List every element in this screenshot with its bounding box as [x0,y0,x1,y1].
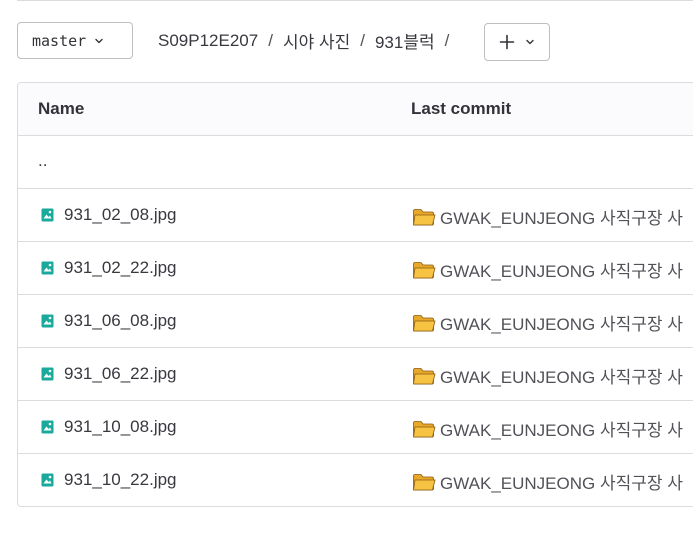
file-link[interactable]: 931_10_08.jpg [40,417,177,437]
table-header: Name Last commit [18,83,693,136]
file-link[interactable]: 931_06_08.jpg [40,311,177,331]
image-file-icon [41,261,54,275]
table-row: 931_02_08.jpg GWAK_EUNJEONG 사직구장 사 [18,189,693,242]
parent-directory-row[interactable]: .. [18,136,693,189]
branch-label: master [32,31,87,50]
breadcrumb-separator: / [444,30,450,50]
column-header-last-commit: Last commit [411,99,512,118]
table-row: 931_02_22.jpg GWAK_EUNJEONG 사직구장 사 [18,242,693,295]
commit-message: GWAK_EUNJEONG 사직구장 사 [440,474,683,493]
branch-selector-button[interactable]: master [17,22,133,59]
folder-emoji-icon [413,473,436,490]
file-name: 931_10_08.jpg [64,417,177,436]
add-to-tree-button[interactable] [484,23,550,61]
image-file-icon [41,420,54,434]
folder-emoji-icon [413,367,436,384]
commit-message-link[interactable]: GWAK_EUNJEONG 사직구장 사 [412,363,683,388]
folder-emoji-icon [413,261,436,278]
chevron-down-icon [526,39,534,45]
breadcrumb-item-folder[interactable]: 시야 사진 [283,28,350,53]
folder-emoji-icon [413,208,436,225]
breadcrumb-separator: / [360,30,365,50]
file-name: 931_06_22.jpg [64,364,177,383]
image-file-icon [41,208,54,222]
file-link[interactable]: 931_10_22.jpg [40,470,177,490]
commit-message-link[interactable]: GWAK_EUNJEONG 사직구장 사 [412,257,683,282]
commit-message: GWAK_EUNJEONG 사직구장 사 [440,421,683,440]
commit-message-link[interactable]: GWAK_EUNJEONG 사직구장 사 [412,204,683,229]
column-header-name: Name [38,99,85,118]
parent-directory-link[interactable]: .. [38,151,47,171]
folder-emoji-icon [413,314,436,331]
commit-message-link[interactable]: GWAK_EUNJEONG 사직구장 사 [412,469,683,494]
table-row: 931_10_08.jpg GWAK_EUNJEONG 사직구장 사 [18,401,693,454]
repo-toolbar: master S09P12E207 / 시야 사진 / 931블럭 / [17,22,693,62]
file-name: 931_10_22.jpg [64,470,177,489]
file-link[interactable]: 931_02_22.jpg [40,258,177,278]
file-link[interactable]: 931_02_08.jpg [40,205,177,225]
plus-icon [499,34,515,50]
file-name: 931_02_08.jpg [64,205,177,224]
top-divider [17,0,693,1]
image-file-icon [41,367,54,381]
commit-message: GWAK_EUNJEONG 사직구장 사 [440,315,683,334]
file-name: 931_06_08.jpg [64,311,177,330]
commit-message-link[interactable]: GWAK_EUNJEONG 사직구장 사 [412,310,683,335]
breadcrumb-item-project[interactable]: S09P12E207 [158,31,258,51]
commit-message: GWAK_EUNJEONG 사직구장 사 [440,209,683,228]
chevron-down-icon [95,38,103,43]
file-name: 931_02_22.jpg [64,258,177,277]
image-file-icon [41,473,54,487]
breadcrumb: S09P12E207 / 시야 사진 / 931블럭 / [158,22,459,59]
table-row: 931_06_22.jpg GWAK_EUNJEONG 사직구장 사 [18,348,693,401]
commit-message: GWAK_EUNJEONG 사직구장 사 [440,368,683,387]
table-row: 931_10_22.jpg GWAK_EUNJEONG 사직구장 사 [18,454,693,506]
folder-emoji-icon [413,420,436,437]
file-tree-table: Name Last commit .. 931_02_08.jpg GWAK_E… [17,82,693,507]
breadcrumb-separator: / [268,30,273,50]
file-link[interactable]: 931_06_22.jpg [40,364,177,384]
image-file-icon [41,314,54,328]
commit-message-link[interactable]: GWAK_EUNJEONG 사직구장 사 [412,416,683,441]
commit-message: GWAK_EUNJEONG 사직구장 사 [440,262,683,281]
table-row: 931_06_08.jpg GWAK_EUNJEONG 사직구장 사 [18,295,693,348]
breadcrumb-item-subfolder[interactable]: 931블럭 [375,28,435,53]
